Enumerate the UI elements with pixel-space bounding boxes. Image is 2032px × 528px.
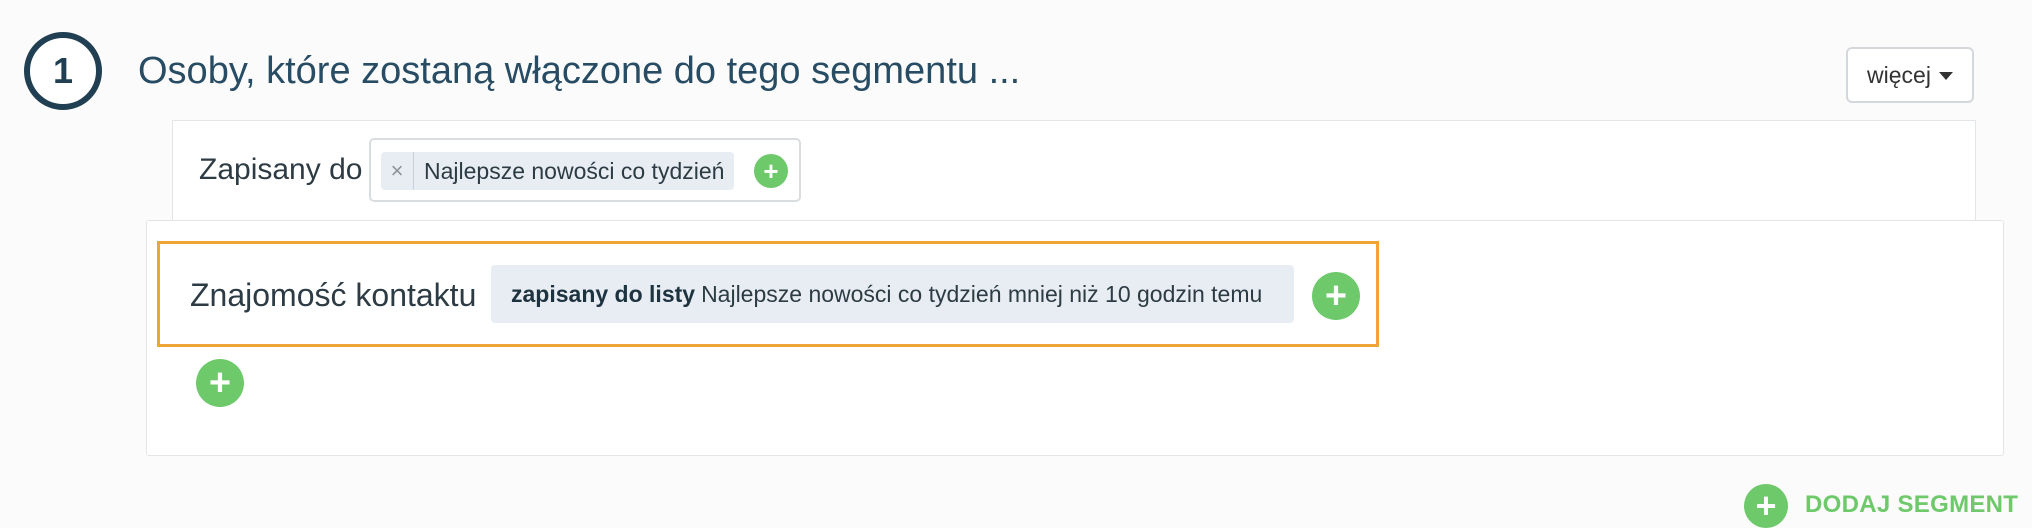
- condition-label-contact: Znajomość kontaktu: [190, 277, 477, 313]
- add-segment-label[interactable]: DODAJ SEGMENT: [1805, 491, 2018, 519]
- add-segment-button[interactable]: +: [1744, 484, 1788, 528]
- condition-label-saved-to: Zapisany do: [199, 153, 363, 186]
- step-number: 1: [52, 50, 74, 91]
- page-title: Osoby, które zostaną włączone do tego se…: [138, 50, 1021, 92]
- add-condition-button[interactable]: +: [1312, 272, 1360, 320]
- condition-chip[interactable]: zapisany do listy Najlepsze nowości co t…: [491, 265, 1294, 323]
- more-dropdown-button[interactable]: więcej: [1846, 47, 1974, 103]
- caret-down-icon: [1938, 72, 1953, 80]
- plus-icon: +: [1324, 275, 1348, 317]
- list-tag-label: Najlepsze nowości co tydzień: [424, 157, 725, 184]
- plus-icon: +: [1755, 485, 1777, 526]
- condition-chip-text: Najlepsze nowości co tydzień mniej niż 1…: [701, 280, 1263, 307]
- add-list-button[interactable]: +: [754, 154, 788, 188]
- step-number-badge: 1: [24, 32, 102, 110]
- condition-chip-bold: zapisany do listy: [511, 280, 696, 307]
- remove-tag-icon[interactable]: ×: [381, 152, 414, 190]
- list-select-field[interactable]: × Najlepsze nowości co tydzień: [369, 138, 801, 202]
- plus-icon: +: [208, 362, 232, 404]
- plus-icon: +: [763, 156, 779, 186]
- add-row-button[interactable]: +: [196, 359, 244, 407]
- more-dropdown-label: więcej: [1867, 61, 1931, 88]
- segment-editor: 1 Osoby, które zostaną włączone do tego …: [0, 0, 2032, 528]
- list-tag: × Najlepsze nowości co tydzień: [381, 152, 735, 190]
